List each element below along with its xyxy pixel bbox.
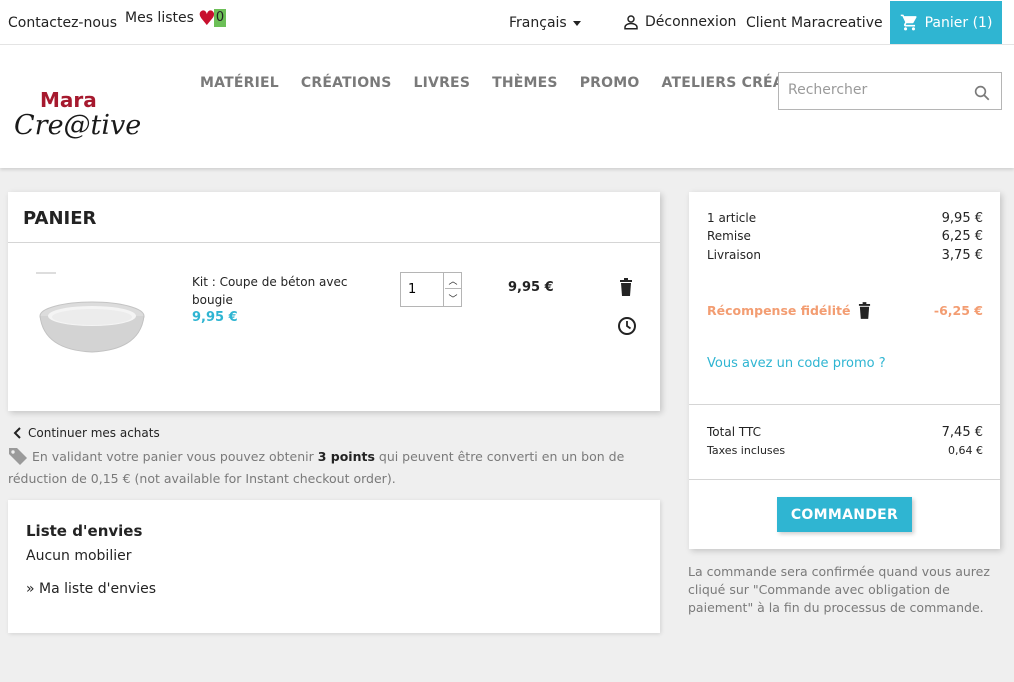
reward-label: Récompense fidélité bbox=[707, 303, 851, 318]
maracreative-logo[interactable]: Mara Cre@tive bbox=[12, 87, 152, 143]
loyalty-text-before: En validant votre panier vous pouvez obt… bbox=[32, 449, 318, 464]
nav-item-promo[interactable]: PROMO bbox=[580, 75, 640, 91]
clock-icon[interactable] bbox=[617, 316, 637, 336]
my-wishlist-link[interactable]: » Ma liste d'envies bbox=[26, 581, 156, 597]
loyalty-message: En validant votre panier vous pouvez obt… bbox=[8, 446, 648, 490]
wishlist-empty-text: Aucun mobilier bbox=[26, 548, 132, 564]
continue-shopping-label: Continuer mes achats bbox=[28, 426, 160, 440]
logout-link[interactable]: Déconnexion bbox=[622, 13, 736, 31]
site-header: Mara Cre@tive MATÉRIEL CRÉATIONS LIVRES … bbox=[0, 45, 1014, 168]
language-label: Français bbox=[509, 15, 567, 31]
continue-shopping-link[interactable]: Continuer mes achats bbox=[12, 426, 160, 440]
cart-summary: 1 article 9,95 € Remise 6,25 € Livraison… bbox=[689, 192, 1000, 549]
search-icon[interactable] bbox=[973, 84, 991, 102]
language-selector[interactable]: Français bbox=[509, 15, 581, 31]
wishlists-label: Mes listes bbox=[125, 10, 194, 26]
summary-row-shipping: Livraison 3,75 € bbox=[707, 248, 983, 263]
chevron-left-icon bbox=[13, 427, 21, 439]
chevron-up-icon[interactable]: ︿ bbox=[445, 273, 461, 289]
product-unit-price: 9,95 € bbox=[192, 310, 238, 325]
divider bbox=[689, 404, 1000, 405]
trash-icon[interactable] bbox=[619, 278, 633, 296]
main-nav: MATÉRIEL CRÉATIONS LIVRES THÈMES PROMO A… bbox=[200, 75, 840, 91]
summary-value: 6,25 € bbox=[941, 229, 983, 244]
caret-down-icon bbox=[572, 20, 581, 26]
total-label: Total TTC bbox=[707, 425, 761, 439]
total-value: 7,45 € bbox=[941, 425, 983, 440]
logo-text-mara: Mara bbox=[40, 88, 97, 112]
contact-link[interactable]: Contactez-nous bbox=[8, 15, 117, 31]
cart-label: Panier (1) bbox=[924, 14, 993, 31]
logout-label: Déconnexion bbox=[645, 14, 737, 30]
search-box bbox=[778, 72, 1002, 110]
order-confirmation-note: La commande sera confirmée quand vous au… bbox=[688, 564, 990, 615]
quantity-stepper: ︿ ﹀ bbox=[400, 272, 462, 307]
product-line-total: 9,95 € bbox=[508, 280, 554, 295]
summary-label: Remise bbox=[707, 229, 751, 243]
order-button[interactable]: COMMANDER bbox=[777, 497, 912, 532]
search-input[interactable] bbox=[788, 82, 968, 98]
cart-panel: PANIER Kit : Coupe de béton avec bougie … bbox=[8, 192, 660, 411]
divider bbox=[8, 242, 660, 243]
tax-value: 0,64 € bbox=[948, 444, 983, 457]
summary-row-articles: 1 article 9,95 € bbox=[707, 211, 983, 226]
top-bar: Contactez-nous Mes listes ♥ 0 Français D… bbox=[0, 0, 1014, 45]
summary-value: 9,95 € bbox=[941, 211, 983, 226]
summary-row-discount: Remise 6,25 € bbox=[707, 229, 983, 244]
customer-account-link[interactable]: Client Maracreative bbox=[746, 15, 883, 31]
cart-title: PANIER bbox=[23, 208, 97, 229]
summary-value: 3,75 € bbox=[941, 248, 983, 263]
summary-label: Livraison bbox=[707, 248, 761, 262]
nav-item-creations[interactable]: CRÉATIONS bbox=[301, 75, 392, 91]
wishlists-count-badge: 0 bbox=[213, 9, 227, 27]
wishlist-panel: Liste d'envies Aucun mobilier » Ma liste… bbox=[8, 500, 660, 633]
tag-icon bbox=[9, 448, 27, 465]
loyalty-reward-row: Récompense fidélité -6,25 € bbox=[707, 302, 983, 319]
summary-label: 1 article bbox=[707, 211, 757, 225]
product-image[interactable] bbox=[32, 270, 152, 360]
cart-button[interactable]: Panier (1) bbox=[890, 1, 1002, 44]
trash-icon[interactable] bbox=[858, 302, 871, 319]
chevron-down-icon[interactable]: ﹀ bbox=[445, 290, 461, 306]
product-name-link[interactable]: Kit : Coupe de béton avec bougie bbox=[192, 273, 362, 309]
nav-item-themes[interactable]: THÈMES bbox=[492, 75, 558, 91]
user-icon bbox=[624, 15, 638, 30]
loyalty-points: 3 points bbox=[317, 449, 375, 464]
shopping-cart-icon bbox=[900, 14, 917, 31]
quantity-input[interactable] bbox=[401, 273, 444, 306]
reward-value: -6,25 € bbox=[933, 303, 983, 318]
promo-code-link[interactable]: Vous avez un code promo ? bbox=[707, 356, 886, 371]
wishlists-link[interactable]: Mes listes ♥ 0 bbox=[125, 8, 227, 28]
summary-row-taxes: Taxes incluses 0,64 € bbox=[707, 444, 983, 457]
nav-item-livres[interactable]: LIVRES bbox=[414, 75, 471, 91]
summary-row-total: Total TTC 7,45 € bbox=[707, 425, 983, 440]
tax-label: Taxes incluses bbox=[707, 444, 786, 457]
logo-text-creative: Cre@tive bbox=[14, 110, 141, 141]
wishlist-title: Liste d'envies bbox=[26, 522, 143, 540]
divider bbox=[689, 479, 1000, 480]
nav-item-materiel[interactable]: MATÉRIEL bbox=[200, 75, 279, 91]
